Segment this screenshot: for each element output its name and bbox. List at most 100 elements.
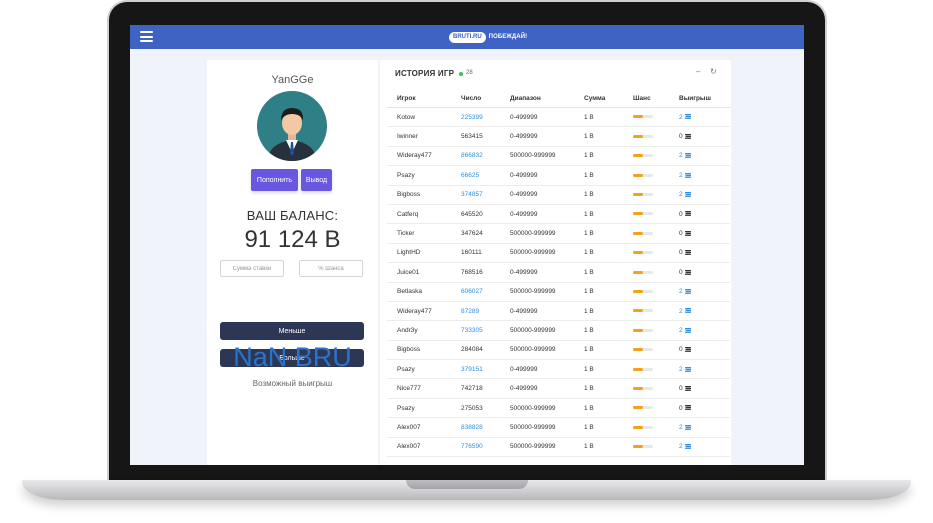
- refresh-icon[interactable]: ↻: [710, 67, 717, 76]
- col-player: Игрок: [387, 90, 451, 108]
- logo-badge: BRUTI.RU: [449, 31, 486, 43]
- amount-cell: 1 B: [574, 126, 623, 147]
- player-cell[interactable]: Bigboss: [387, 340, 451, 361]
- number-cell[interactable]: 379151: [451, 359, 500, 380]
- table-row[interactable]: Ticker 347624 500000-999999 1 B 0: [387, 223, 730, 244]
- player-cell[interactable]: Nice777: [387, 378, 451, 399]
- chance-bar: [633, 154, 653, 158]
- top-bar: BRUTI.RU ПОБЕЖДАЙ!: [130, 25, 804, 49]
- amount-cell: 1 B: [574, 204, 623, 225]
- table-row[interactable]: Psazy 275053 500000-999999 1 B 0: [387, 398, 730, 419]
- number-cell[interactable]: 66625: [451, 165, 500, 186]
- withdraw-button[interactable]: Вывод: [301, 169, 332, 191]
- win-cell: 0: [669, 204, 730, 225]
- deposit-button[interactable]: Пополнить: [251, 169, 298, 191]
- player-cell[interactable]: Ticker: [387, 223, 451, 244]
- table-row[interactable]: Andr3y 733305 500000-999999 1 B 2: [387, 320, 730, 341]
- col-number: Число: [451, 90, 500, 108]
- chance-bar-fill: [633, 386, 643, 390]
- number-cell[interactable]: 866832: [451, 146, 500, 167]
- table-row[interactable]: Wideray477 866832 500000-999999 1 B 2: [387, 146, 730, 167]
- history-body: Kotow 225399 0-499999 1 B 2 Iwinner 563415 0-49…: [387, 107, 730, 458]
- coin-stack-icon: [684, 327, 691, 333]
- table-row[interactable]: Betlaska 606027 500000-999999 1 B 2: [387, 282, 730, 302]
- player-cell[interactable]: Bigboss: [387, 185, 451, 205]
- chance-bar: [633, 309, 653, 313]
- chance-bar: [633, 173, 653, 177]
- chance-bar-fill: [633, 367, 643, 371]
- number-cell[interactable]: 733305: [451, 320, 500, 341]
- player-cell[interactable]: Kotow: [387, 107, 451, 128]
- profile-panel: YanGGe Пополнить Вывод ВАШ БАЛАНС: 91 12…: [207, 60, 378, 465]
- win-cell: 2: [669, 165, 730, 186]
- table-row[interactable]: Iwinner 563415 0-499999 1 B 0: [387, 126, 730, 147]
- player-cell[interactable]: LightHD: [387, 243, 451, 264]
- table-row[interactable]: Bigboss 374857 0-499999 1 B 2: [387, 185, 730, 205]
- number-cell[interactable]: 838828: [451, 417, 500, 438]
- site-logo[interactable]: BRUTI.RU ПОБЕЖДАЙ!: [449, 31, 527, 43]
- win-value: 2: [679, 423, 683, 431]
- chance-bar: [633, 134, 653, 138]
- col-win: Выигрыш: [669, 90, 730, 108]
- chance-bar: [633, 212, 653, 216]
- amount-cell: 1 B: [574, 437, 623, 458]
- range-cell: 500000-999999: [500, 146, 574, 167]
- chance-cell: [623, 437, 669, 458]
- range-cell: 500000-999999: [500, 340, 574, 361]
- player-cell[interactable]: Psazy: [387, 165, 451, 186]
- chance-bar-fill: [633, 231, 643, 235]
- table-row[interactable]: LightHD 160111 500000-999999 1 B 0: [387, 243, 730, 264]
- number-cell[interactable]: 87289: [451, 301, 500, 322]
- number-cell[interactable]: 374857: [451, 185, 500, 205]
- range-cell: 0-499999: [500, 262, 574, 283]
- table-row[interactable]: Psazy 379151 0-499999 1 B 2: [387, 359, 730, 380]
- table-row[interactable]: Wideray477 87289 0-499999 1 B 2: [387, 301, 730, 322]
- chance-bar: [633, 270, 653, 274]
- coin-stack-icon: [684, 211, 691, 217]
- minimize-icon[interactable]: –: [696, 67, 700, 76]
- chance-bar: [633, 231, 653, 235]
- player-cell[interactable]: Psazy: [387, 398, 451, 419]
- win-value: 0: [679, 346, 683, 354]
- range-cell: 0-499999: [500, 126, 574, 147]
- table-row[interactable]: Bigboss 284084 500000-999999 1 B 0: [387, 340, 730, 361]
- player-cell[interactable]: Juice01: [387, 262, 451, 283]
- chance-cell: [623, 107, 669, 128]
- table-row[interactable]: Kotow 225399 0-499999 1 B 2: [387, 107, 730, 128]
- table-row[interactable]: Catferq 645520 0-499999 1 B 0: [387, 204, 730, 225]
- table-row[interactable]: Psazy 66625 0-499999 1 B 2: [387, 165, 730, 186]
- win-value: 0: [679, 268, 683, 276]
- table-row[interactable]: Nice777 742718 0-499999 1 B 0: [387, 378, 730, 399]
- player-cell[interactable]: Psazy: [387, 359, 451, 380]
- win-value: 0: [679, 230, 683, 238]
- bet-amount-input[interactable]: [220, 260, 284, 277]
- amount-cell: 1 B: [574, 359, 623, 380]
- player-cell[interactable]: Wideray477: [387, 146, 451, 167]
- player-cell[interactable]: Iwinner: [387, 126, 451, 147]
- range-cell: 0-499999: [500, 301, 574, 322]
- number-cell[interactable]: 776590: [451, 437, 500, 458]
- win-cell: 2: [669, 359, 730, 380]
- player-cell[interactable]: Catferq: [387, 204, 451, 225]
- amount-cell: 1 B: [574, 146, 623, 167]
- hamburger-menu-icon[interactable]: [140, 31, 153, 42]
- player-cell[interactable]: Alex007: [387, 437, 451, 458]
- avatar: [257, 91, 327, 161]
- range-cell: 0-499999: [500, 378, 574, 399]
- table-row[interactable]: Juice01 768516 0-499999 1 B 0: [387, 262, 730, 283]
- chance-cell: [623, 359, 669, 380]
- table-row[interactable]: Alex007 838828 500000-999999 1 B 2: [387, 417, 730, 438]
- number-cell: 275053: [451, 398, 500, 419]
- number-cell[interactable]: 225399: [451, 107, 500, 128]
- player-cell[interactable]: Alex007: [387, 417, 451, 438]
- bet-less-button[interactable]: Меньше: [220, 322, 364, 340]
- range-cell: 0-499999: [500, 359, 574, 380]
- player-cell[interactable]: Betlaska: [387, 282, 451, 302]
- player-cell[interactable]: Andr3y: [387, 320, 451, 341]
- chance-bar-fill: [633, 425, 643, 429]
- table-row[interactable]: Alex007 776590 500000-999999 1 B 2: [387, 437, 730, 458]
- win-value: 2: [679, 443, 683, 451]
- player-cell[interactable]: Wideray477: [387, 301, 451, 322]
- chance-percent-input[interactable]: [299, 260, 363, 277]
- number-cell[interactable]: 606027: [451, 282, 500, 302]
